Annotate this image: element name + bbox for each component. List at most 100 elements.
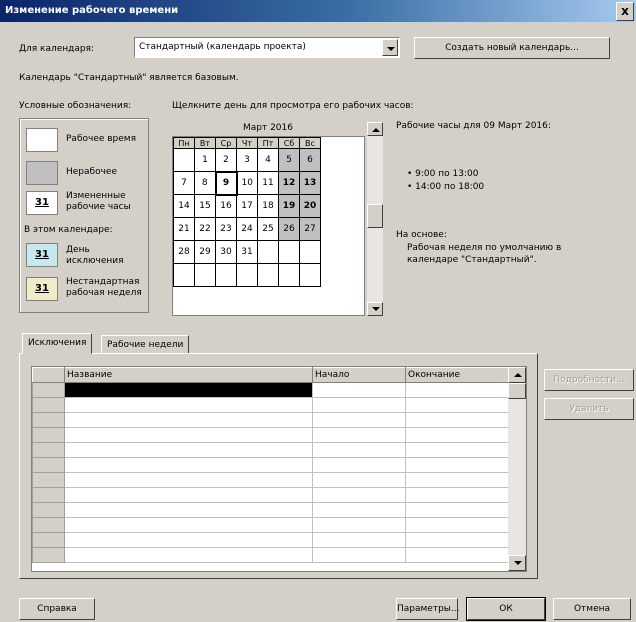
exception-start-cell[interactable]	[312, 427, 406, 443]
exception-name-cell[interactable]	[64, 412, 313, 428]
exception-start-cell[interactable]	[312, 532, 406, 548]
exception-name-cell[interactable]	[64, 532, 313, 548]
exception-name-cell[interactable]	[64, 442, 313, 458]
row-header[interactable]	[32, 472, 65, 488]
ok-button[interactable]: ОК	[466, 597, 546, 621]
row-header[interactable]	[32, 547, 65, 563]
exceptions-scroll-up[interactable]	[508, 367, 526, 383]
exception-start-cell[interactable]	[312, 502, 406, 518]
calendar-day[interactable]: 14	[173, 194, 195, 218]
exceptions-scroll-thumb[interactable]	[508, 383, 526, 399]
exception-end-cell[interactable]	[405, 442, 509, 458]
exception-end-cell[interactable]	[405, 412, 509, 428]
exception-name-cell[interactable]	[64, 427, 313, 443]
row-header[interactable]	[32, 397, 65, 413]
row-header[interactable]	[32, 487, 65, 503]
table-row[interactable]	[32, 472, 509, 488]
calendar-day[interactable]: 6	[299, 148, 321, 172]
calendar-select[interactable]: Стандартный (календарь проекта)	[134, 37, 400, 58]
row-header[interactable]	[32, 427, 65, 443]
exception-end-cell[interactable]	[405, 532, 509, 548]
calendar-day[interactable]: 10	[236, 171, 258, 195]
calendar-scroll-down[interactable]	[367, 302, 383, 316]
create-calendar-button[interactable]: Создать новый календарь...	[414, 37, 610, 59]
column-header[interactable]: Название	[64, 367, 313, 383]
table-row[interactable]	[32, 427, 509, 443]
exception-end-cell[interactable]	[405, 427, 509, 443]
column-header[interactable]: Окончание	[405, 367, 509, 383]
calendar-day[interactable]: 12	[278, 171, 300, 195]
table-row[interactable]	[32, 517, 509, 533]
options-button[interactable]: Параметры...	[396, 598, 459, 620]
calendar-day[interactable]: 16	[215, 194, 237, 218]
calendar-scroll-thumb[interactable]	[367, 204, 383, 228]
exception-start-cell[interactable]	[312, 517, 406, 533]
calendar-day[interactable]: 13	[299, 171, 321, 195]
row-header[interactable]	[32, 382, 65, 398]
exception-end-cell[interactable]	[405, 502, 509, 518]
close-button[interactable]: x	[616, 2, 634, 21]
cancel-button[interactable]: Отмена	[553, 598, 631, 620]
exception-start-cell[interactable]	[312, 397, 406, 413]
tab-work-weeks[interactable]: Рабочие недели	[101, 335, 190, 353]
calendar-day[interactable]: 5	[278, 148, 300, 172]
table-row[interactable]	[32, 397, 509, 413]
exceptions-scrollbar[interactable]	[508, 367, 526, 571]
calendar-day[interactable]: 17	[236, 194, 258, 218]
calendar-day[interactable]: 25	[257, 217, 279, 241]
row-header[interactable]	[32, 412, 65, 428]
exception-start-cell[interactable]	[312, 382, 406, 398]
table-row[interactable]	[32, 412, 509, 428]
exception-name-cell[interactable]	[64, 502, 313, 518]
exception-name-cell[interactable]	[64, 382, 313, 398]
exception-name-cell[interactable]	[64, 487, 313, 503]
row-header[interactable]	[32, 502, 65, 518]
calendar-day[interactable]: 24	[236, 217, 258, 241]
calendar-day[interactable]: 29	[194, 240, 216, 264]
calendar-day[interactable]: 4	[257, 148, 279, 172]
exception-end-cell[interactable]	[405, 397, 509, 413]
exception-start-cell[interactable]	[312, 472, 406, 488]
table-row[interactable]	[32, 382, 509, 398]
row-header[interactable]	[32, 442, 65, 458]
exception-end-cell[interactable]	[405, 547, 509, 563]
exception-start-cell[interactable]	[312, 442, 406, 458]
calendar-day[interactable]: 2	[215, 148, 237, 172]
exception-name-cell[interactable]	[64, 397, 313, 413]
row-header[interactable]	[32, 532, 65, 548]
exception-start-cell[interactable]	[312, 487, 406, 503]
calendar-day[interactable]: 19	[278, 194, 300, 218]
exception-end-cell[interactable]	[405, 457, 509, 473]
details-button[interactable]: Подробности...	[544, 369, 634, 391]
exceptions-scroll-down[interactable]	[508, 555, 526, 571]
exception-start-cell[interactable]	[312, 547, 406, 563]
help-button[interactable]: Справка	[19, 598, 95, 620]
calendar-day[interactable]: 18	[257, 194, 279, 218]
tab-exceptions[interactable]: Исключения	[22, 333, 93, 354]
row-header[interactable]	[32, 517, 65, 533]
column-header[interactable]: Начало	[312, 367, 406, 383]
exception-start-cell[interactable]	[312, 457, 406, 473]
calendar-day[interactable]: 27	[299, 217, 321, 241]
calendar-scroll-up[interactable]	[367, 122, 383, 136]
exception-end-cell[interactable]	[405, 382, 509, 398]
calendar-day[interactable]: 15	[194, 194, 216, 218]
calendar-day[interactable]: 8	[194, 171, 216, 195]
calendar-day[interactable]: 11	[257, 171, 279, 195]
exception-end-cell[interactable]	[405, 487, 509, 503]
calendar-day[interactable]: 3	[236, 148, 258, 172]
exception-name-cell[interactable]	[64, 472, 313, 488]
calendar-day[interactable]: 1	[194, 148, 216, 172]
exception-name-cell[interactable]	[64, 547, 313, 563]
exception-end-cell[interactable]	[405, 517, 509, 533]
table-row[interactable]	[32, 502, 509, 518]
calendar-select-dropdown[interactable]	[382, 39, 398, 56]
row-header[interactable]	[32, 457, 65, 473]
calendar-day[interactable]: 30	[215, 240, 237, 264]
calendar-day[interactable]: 9	[214, 170, 238, 196]
calendar-day[interactable]: 28	[173, 240, 195, 264]
table-row[interactable]	[32, 532, 509, 548]
calendar-scrollbar[interactable]	[367, 122, 383, 316]
exception-start-cell[interactable]	[312, 412, 406, 428]
table-row[interactable]	[32, 442, 509, 458]
